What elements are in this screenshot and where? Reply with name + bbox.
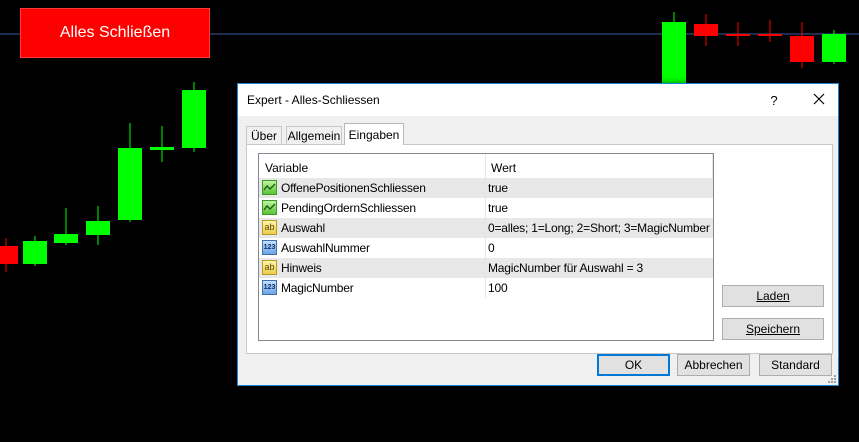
column-header-value[interactable]: Wert (491, 161, 516, 175)
load-button[interactable]: Laden (722, 285, 824, 307)
default-button[interactable]: Standard (759, 354, 832, 376)
row-variable-name: Auswahl (281, 221, 325, 235)
resize-grip-icon[interactable] (826, 373, 836, 383)
cancel-button[interactable]: Abbrechen (677, 354, 750, 376)
row-value[interactable]: 0 (488, 241, 495, 255)
int-icon: 123 (262, 240, 277, 255)
close-all-button[interactable]: Alles Schließen (20, 8, 210, 58)
table-row[interactable]: 123 MagicNumber 100 (259, 278, 713, 298)
row-value[interactable]: true (488, 181, 508, 195)
row-value[interactable]: true (488, 201, 508, 215)
expert-dialog: Expert - Alles-Schliessen ? Über Allgeme… (237, 83, 839, 386)
load-button-label: Laden (756, 289, 790, 303)
tab-general[interactable]: Allgemein (286, 126, 342, 144)
string-icon: ab (262, 220, 277, 235)
candle-body (0, 246, 18, 264)
row-value[interactable]: 0=alles; 1=Long; 2=Short; 3=MagicNumber (488, 221, 710, 235)
tab-inputs[interactable]: Eingaben (344, 123, 404, 145)
help-button[interactable]: ? (764, 90, 784, 110)
save-button-label: Speichern (745, 322, 801, 336)
string-icon: ab (262, 260, 277, 275)
save-button[interactable]: Speichern (722, 318, 824, 340)
candle-body (758, 34, 782, 36)
table-row[interactable]: 123 AuswahlNummer 0 (259, 238, 713, 258)
int-icon: 123 (262, 280, 277, 295)
bool-icon (262, 180, 277, 195)
row-variable-name: PendingOrdernSchliessen (281, 201, 416, 215)
row-value[interactable]: MagicNumber für Auswahl = 3 (488, 261, 643, 275)
table-row[interactable]: OffenePositionenSchliessen true (259, 178, 713, 198)
close-icon (813, 93, 825, 105)
row-variable-name: OffenePositionenSchliessen (281, 181, 426, 195)
table-row[interactable]: ab Hinweis MagicNumber für Auswahl = 3 (259, 258, 713, 278)
inputs-panel: Variable Wert OffenePositionenSchliessen… (246, 144, 833, 354)
row-variable-name: Hinweis (281, 261, 322, 275)
candle-body (54, 234, 78, 243)
row-variable-name: AuswahlNummer (281, 241, 370, 255)
candle-body (694, 24, 718, 36)
candle-body (790, 36, 814, 62)
candle-body (182, 90, 206, 148)
table-row[interactable]: PendingOrdernSchliessen true (259, 198, 713, 218)
candle-body (86, 221, 110, 235)
column-header-variable[interactable]: Variable (265, 161, 308, 175)
column-divider[interactable] (485, 154, 486, 178)
candle-body (726, 34, 750, 36)
candle-body (662, 22, 686, 84)
inputs-table: Variable Wert OffenePositionenSchliessen… (258, 153, 714, 341)
row-variable-name: MagicNumber (281, 281, 354, 295)
bool-icon (262, 200, 277, 215)
dialog-title: Expert - Alles-Schliessen (247, 93, 380, 107)
close-button[interactable] (804, 88, 834, 110)
column-divider[interactable] (712, 154, 713, 178)
ok-button[interactable]: OK (597, 354, 670, 376)
candle-body (118, 148, 142, 220)
tab-about[interactable]: Über (246, 126, 282, 144)
dialog-titlebar: Expert - Alles-Schliessen ? (238, 84, 838, 116)
table-row[interactable]: ab Auswahl 0=alles; 1=Long; 2=Short; 3=M… (259, 218, 713, 238)
row-value[interactable]: 100 (488, 281, 508, 295)
table-header: Variable Wert (259, 154, 713, 178)
candle-body (23, 241, 47, 264)
candle-body (150, 147, 174, 150)
candle-body (822, 34, 846, 62)
